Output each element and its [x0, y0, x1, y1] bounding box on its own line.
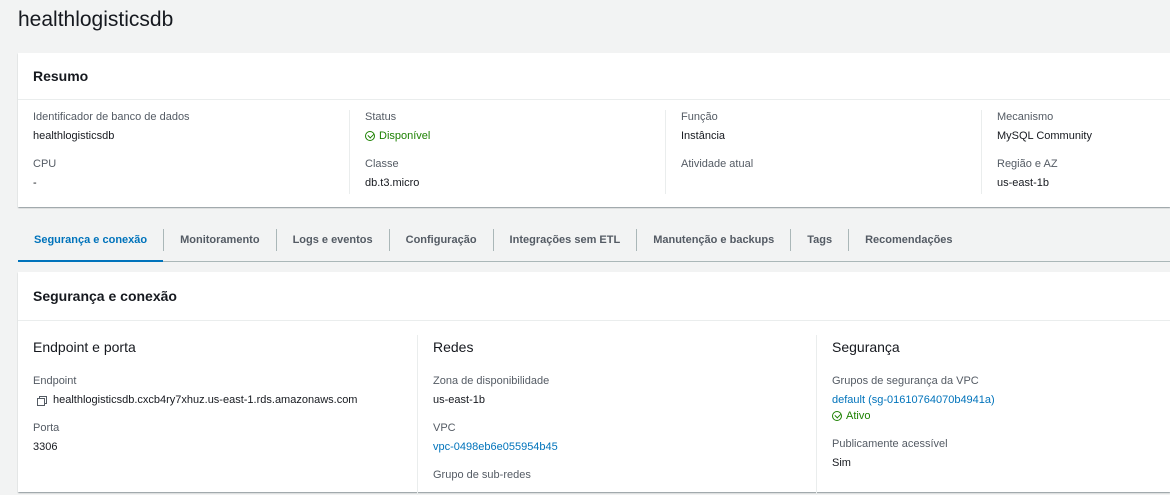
class-label: Classe: [365, 158, 399, 170]
status-value: Disponível: [365, 128, 430, 144]
endpoint-label: Endpoint: [33, 375, 77, 387]
section-divider: [417, 335, 418, 495]
status-label: Status: [365, 111, 397, 123]
availability-zone-value: us-east-1b: [433, 394, 485, 406]
role-label: Função: [681, 111, 718, 123]
tab-tags[interactable]: Tags: [791, 218, 848, 261]
class-value: db.t3.micro: [365, 177, 420, 189]
endpoint-value: healthlogisticsdb.cxcb4ry7xhuz.us-east-1…: [53, 394, 358, 406]
summary-column-status: Status Disponível Classe db.t3.micro: [365, 110, 430, 194]
identifier-label: Identificador de banco de dados: [33, 111, 190, 123]
vpc-link[interactable]: vpc-0498eb6e055954b45: [433, 439, 558, 455]
region-az-value: us-east-1b: [997, 177, 1049, 189]
subnet-group-label: Grupo de sub-redes: [433, 469, 531, 481]
endpoint-value-row: healthlogisticsdb.cxcb4ry7xhuz.us-east-1…: [33, 392, 357, 408]
summary-column-engine: Mecanismo MySQL Community Região e AZ us…: [997, 110, 1092, 194]
summary-divider: [981, 110, 982, 194]
page-title: healthlogisticsdb: [18, 8, 174, 31]
security-connection-title: Segurança e conexão: [18, 272, 1170, 321]
endpoint-port-section: Endpoint e porta Endpoint healthlogistic…: [33, 337, 357, 455]
port-label: Porta: [33, 422, 60, 434]
tab-security-connection[interactable]: Segurança e conexão: [18, 218, 164, 262]
role-value: Instância: [681, 130, 726, 142]
port-value: 3306: [33, 441, 58, 453]
region-az-label: Região e AZ: [997, 158, 1058, 170]
endpoint-port-title: Endpoint e porta: [33, 339, 136, 355]
security-group-status: Ativo: [832, 408, 995, 424]
security-group-status-text: Ativo: [846, 410, 871, 422]
summary-grid: Identificador de banco de dados healthlo…: [18, 100, 1170, 208]
vpc-security-groups-label: Grupos de segurança da VPC: [832, 375, 979, 387]
security-section: Segurança Grupos de segurança da VPC def…: [832, 337, 995, 471]
identifier-value: healthlogisticsdb: [33, 130, 115, 142]
publicly-accessible-value: Sim: [832, 457, 851, 469]
engine-value: MySQL Community: [997, 130, 1092, 142]
check-circle-icon: [365, 131, 375, 141]
networks-title: Redes: [433, 339, 474, 355]
check-circle-icon: [832, 411, 842, 421]
availability-zone-label: Zona de disponibilidade: [433, 375, 550, 387]
engine-label: Mecanismo: [997, 111, 1054, 123]
tab-configuration[interactable]: Configuração: [390, 218, 493, 261]
cpu-label: CPU: [33, 158, 57, 170]
summary-column-identifier: Identificador de banco de dados healthlo…: [33, 110, 190, 194]
summary-divider: [349, 110, 350, 194]
summary-column-role: Função Instância Atividade atual: [681, 110, 753, 194]
summary-panel: Resumo Identificador de banco de dados h…: [18, 53, 1170, 207]
tab-bar: Segurança e conexão Monitoramento Logs e…: [18, 218, 1170, 262]
current-activity-value: [681, 175, 753, 191]
security-columns: Endpoint e porta Endpoint healthlogistic…: [18, 321, 1170, 495]
tab-maintenance-backups[interactable]: Manutenção e backups: [637, 218, 790, 261]
tab-logs-events[interactable]: Logs e eventos: [277, 218, 389, 261]
tab-recommendations[interactable]: Recomendações: [849, 218, 968, 261]
tab-zero-etl[interactable]: Integrações sem ETL: [494, 218, 637, 261]
publicly-accessible-label: Publicamente acessível: [832, 438, 948, 450]
section-divider: [816, 335, 817, 495]
summary-divider: [665, 110, 666, 194]
vpc-label: VPC: [433, 422, 456, 434]
security-title: Segurança: [832, 339, 900, 355]
copy-icon[interactable]: [37, 395, 47, 406]
security-connection-panel: Segurança e conexão Endpoint e porta End…: [18, 272, 1170, 495]
current-activity-label: Atividade atual: [681, 158, 754, 170]
summary-title: Resumo: [18, 53, 1170, 100]
cpu-value: -: [33, 177, 37, 189]
status-text: Disponível: [379, 130, 431, 142]
tab-monitoring[interactable]: Monitoramento: [164, 218, 275, 261]
security-group-link[interactable]: default (sg-01610764070b4941a): [832, 392, 995, 408]
networks-section: Redes Zona de disponibilidade us-east-1b…: [433, 337, 558, 482]
